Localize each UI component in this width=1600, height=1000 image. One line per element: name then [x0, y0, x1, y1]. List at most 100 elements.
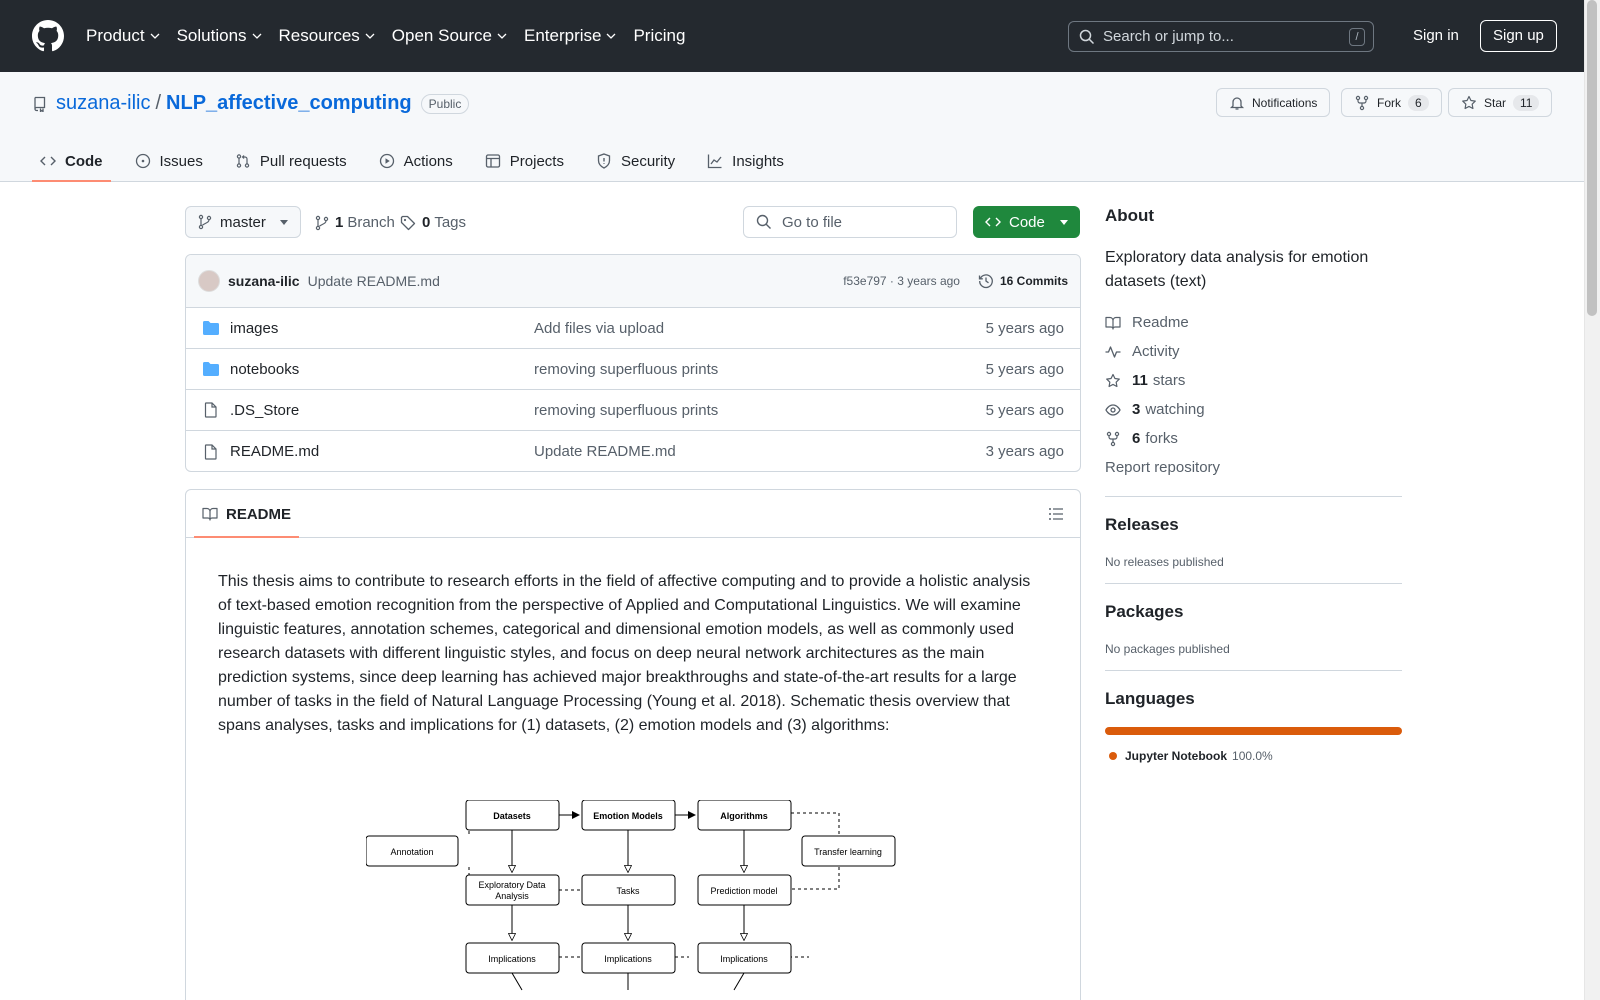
commits-link[interactable]: 16 Commits: [978, 273, 1068, 289]
star-button[interactable]: Star 11: [1448, 88, 1552, 117]
nav-enterprise[interactable]: Enterprise: [524, 26, 616, 46]
search-input[interactable]: Search or jump to... /: [1068, 21, 1374, 52]
visibility-badge: Public: [420, 93, 470, 114]
branch-name: master: [220, 213, 266, 231]
tag-icon: [400, 215, 422, 231]
branch-icon: [198, 214, 212, 230]
notifications-label: Notifications: [1252, 95, 1318, 110]
chevron-down-icon: [365, 33, 375, 39]
language-progress-bar: [1105, 727, 1402, 735]
languages-section: Languages Jupyter Notebook 100.0%: [1105, 670, 1402, 763]
tab-code[interactable]: Code: [32, 140, 111, 182]
nav-solutions[interactable]: Solutions: [177, 26, 262, 46]
book-icon: [1105, 315, 1132, 331]
search-icon: [756, 214, 782, 230]
stars-label: stars: [1152, 372, 1186, 389]
tab-issues-label: Issues: [159, 152, 203, 170]
branch-selector[interactable]: master: [185, 206, 301, 238]
file-name-link[interactable]: images: [230, 320, 278, 337]
implications-label: Implications: [488, 954, 536, 964]
file-commit-message[interactable]: Add files via upload: [534, 320, 986, 337]
repo-owner-link[interactable]: suzana-ilic: [56, 92, 150, 115]
tab-pull-requests[interactable]: Pull requests: [227, 140, 355, 182]
algorithms-label: Algorithms: [720, 811, 768, 821]
nav-product[interactable]: Product: [86, 26, 160, 46]
packages-heading[interactable]: Packages: [1105, 602, 1402, 622]
languages-heading: Languages: [1105, 689, 1195, 708]
tab-actions[interactable]: Actions: [371, 140, 461, 182]
file-date: 5 years ago: [985, 319, 1064, 337]
file-name-link[interactable]: .DS_Store: [230, 402, 299, 419]
commit-author-link[interactable]: suzana-ilic: [228, 273, 300, 289]
watching-count: 3: [1132, 401, 1141, 418]
datasets-label: Datasets: [493, 811, 531, 821]
branch-icon: [315, 215, 335, 231]
page-scrollbar[interactable]: [1584, 0, 1600, 1000]
tab-readme[interactable]: README: [194, 490, 300, 538]
table-row: notebooks removing superfluous prints 5 …: [186, 349, 1080, 390]
nav-resources[interactable]: Resources: [279, 26, 375, 46]
shield-icon: [596, 153, 621, 169]
forks-link[interactable]: 6 forks: [1105, 424, 1402, 453]
readme-paragraph: This thesis aims to contribute to resear…: [218, 573, 1031, 734]
file-name-link[interactable]: README.md: [230, 443, 319, 460]
tab-insights-label: Insights: [732, 152, 784, 170]
tags-link[interactable]: 0 Tags: [400, 214, 466, 231]
table-icon: [485, 153, 510, 169]
tab-projects[interactable]: Projects: [477, 140, 572, 182]
releases-heading[interactable]: Releases: [1105, 515, 1402, 535]
notifications-button[interactable]: Notifications: [1216, 88, 1331, 117]
star-label: Star: [1484, 95, 1507, 110]
nav-resources-label: Resources: [278, 26, 360, 45]
report-repository-link[interactable]: Report repository: [1105, 453, 1402, 482]
folder-icon: [202, 320, 230, 336]
book-icon: [202, 506, 226, 522]
repo-name-link[interactable]: NLP_affective_computing: [166, 92, 412, 115]
nav-pricing[interactable]: Pricing: [633, 26, 685, 46]
issue-icon: [135, 153, 160, 169]
tab-insights[interactable]: Insights: [699, 140, 792, 182]
file-name-link[interactable]: notebooks: [230, 361, 299, 378]
folder-icon: [202, 361, 230, 377]
chevron-down-icon: [497, 33, 507, 39]
branches-link[interactable]: 1 Branch: [315, 214, 395, 231]
table-of-contents-icon[interactable]: [1048, 506, 1064, 522]
fork-count: 6: [1408, 94, 1429, 111]
fork-icon: [1105, 431, 1132, 447]
file-commit-message[interactable]: Update README.md: [534, 443, 986, 460]
readme-link[interactable]: Readme: [1105, 308, 1402, 337]
language-item[interactable]: Jupyter Notebook 100.0%: [1105, 749, 1402, 763]
repo-tabs: Code Issues Pull requests Actions Projec…: [32, 140, 808, 182]
eda-label-line1: Exploratory Data: [478, 880, 545, 890]
main-nav: Product Solutions Resources Open Source …: [86, 26, 702, 46]
file-commit-message[interactable]: removing superfluous prints: [534, 402, 986, 419]
chevron-down-icon: [150, 33, 160, 39]
repo-description: Exploratory data analysis for emotion da…: [1105, 249, 1369, 290]
activity-label: Activity: [1132, 343, 1180, 360]
watching-link[interactable]: 3 watching: [1105, 395, 1402, 424]
fork-button[interactable]: Fork 6: [1341, 88, 1442, 117]
tag-label: Tags: [434, 214, 467, 231]
repo-separator: /: [155, 92, 162, 114]
scrollbar-thumb[interactable]: [1587, 0, 1597, 316]
tab-code-label: Code: [65, 152, 103, 170]
tab-security[interactable]: Security: [588, 140, 683, 182]
tab-issues[interactable]: Issues: [127, 140, 211, 182]
star-count: 11: [1513, 94, 1540, 111]
activity-link[interactable]: Activity: [1105, 337, 1402, 366]
code-dropdown-button[interactable]: Code: [973, 206, 1080, 238]
forks-count: 6: [1132, 430, 1141, 447]
github-logo-icon[interactable]: [32, 20, 64, 52]
commit-message-link[interactable]: Update README.md: [308, 273, 440, 289]
sign-in-link[interactable]: Sign in: [1413, 27, 1459, 44]
code-icon: [40, 153, 65, 169]
commit-hash-time[interactable]: f53e797 · 3 years ago: [843, 274, 960, 288]
sign-up-button[interactable]: Sign up: [1480, 20, 1557, 52]
tab-actions-label: Actions: [403, 152, 453, 170]
nav-open-source[interactable]: Open Source: [392, 26, 507, 46]
file-commit-message[interactable]: removing superfluous prints: [534, 361, 986, 378]
stars-link[interactable]: 11 stars: [1105, 366, 1402, 395]
star-icon: [1461, 95, 1484, 111]
avatar[interactable]: [198, 270, 220, 292]
go-to-file-input[interactable]: Go to file: [743, 206, 957, 238]
